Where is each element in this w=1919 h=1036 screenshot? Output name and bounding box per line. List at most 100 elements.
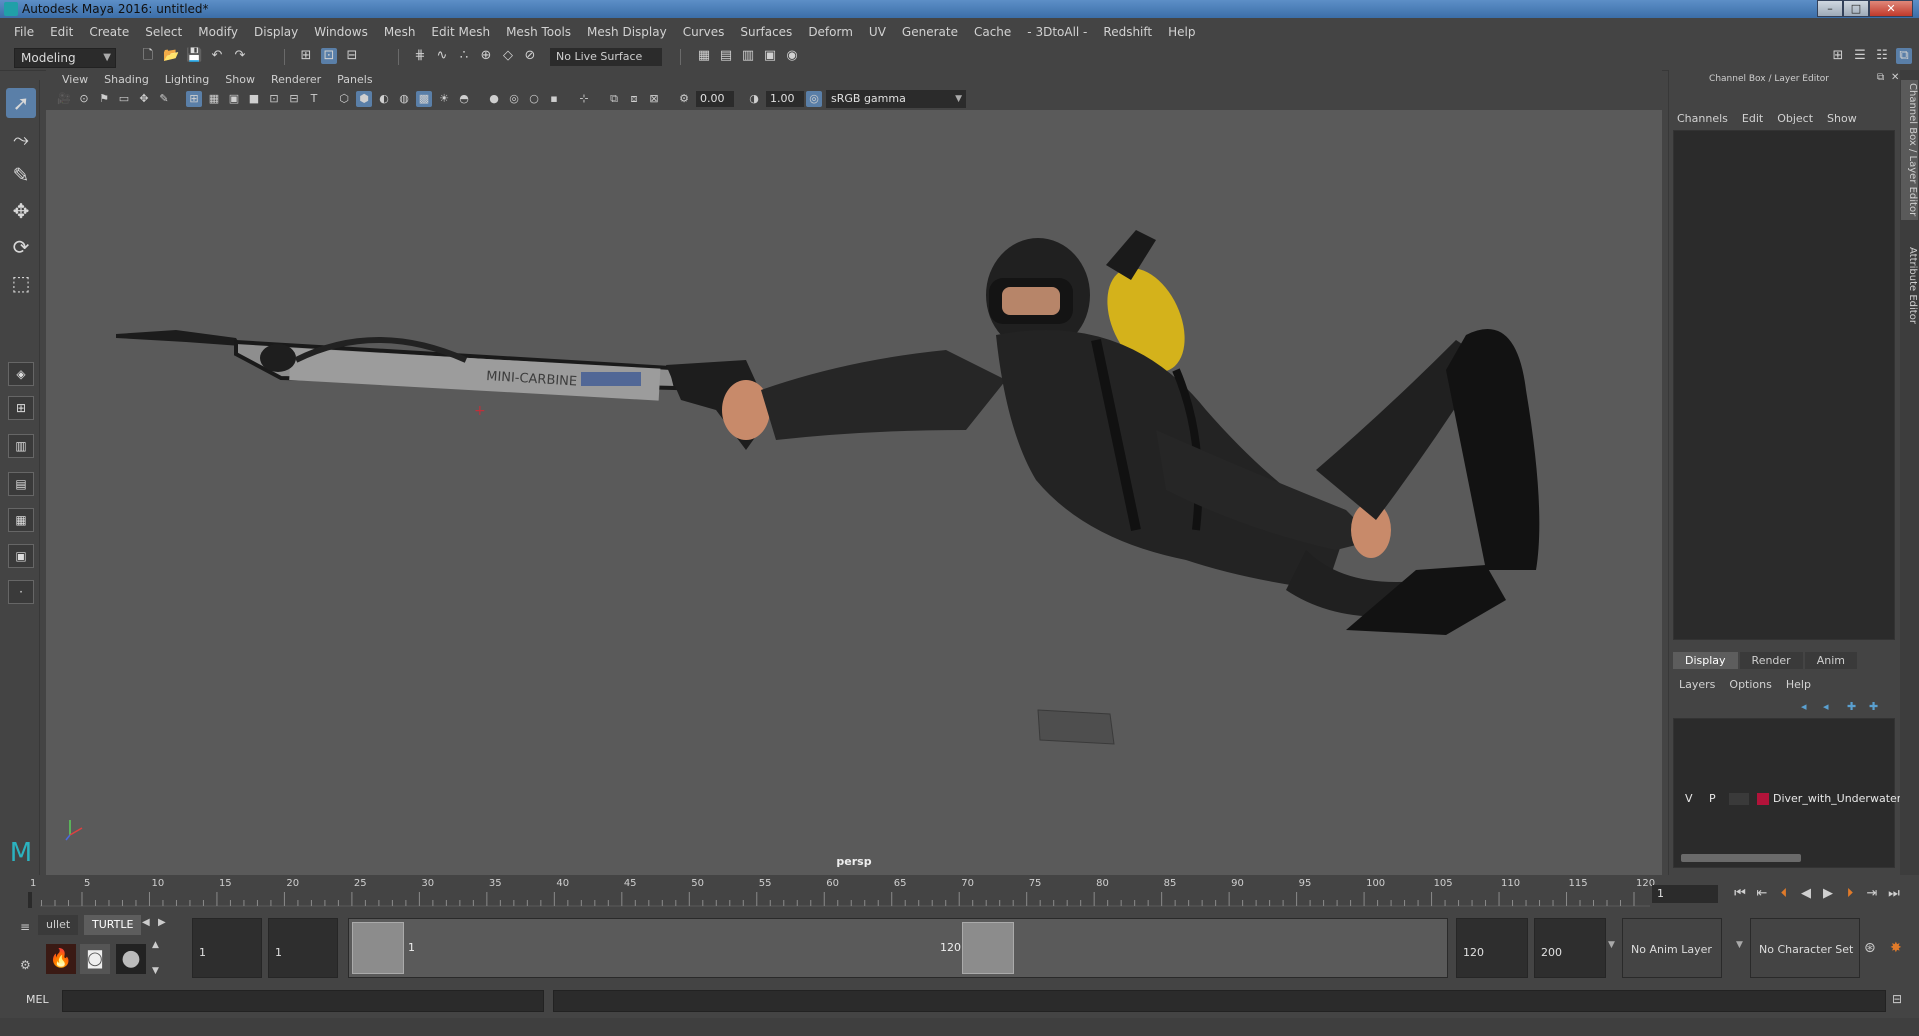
animation-preferences-icon[interactable]: ✸ bbox=[1890, 940, 1902, 956]
default-material-icon[interactable]: ◍ bbox=[396, 91, 412, 107]
color-management-icon[interactable]: ◎ bbox=[806, 91, 822, 107]
time-slider[interactable]: 1 5 10 15 20 25 30 35 40 45 50 55 60 65 70 75 80 85 90 95 10… bbox=[28, 876, 1655, 910]
play-forwards-icon[interactable]: ▶ bbox=[1818, 886, 1838, 902]
gamma-field[interactable]: 1.00 bbox=[766, 91, 804, 107]
select-component-icon[interactable]: ⊟ bbox=[344, 48, 360, 64]
script-editor-icon[interactable]: ⊟ bbox=[1892, 992, 1902, 1006]
wireframe-icon[interactable]: ⬡ bbox=[336, 91, 352, 107]
ipr-render-icon[interactable]: ▤ bbox=[718, 48, 734, 64]
menu-mesh[interactable]: Mesh bbox=[376, 25, 424, 39]
range-slider-track[interactable] bbox=[348, 918, 1448, 978]
paint-select-icon[interactable]: ✎ bbox=[6, 160, 36, 190]
anti-aliasing-icon[interactable]: ○ bbox=[526, 91, 542, 107]
menu-curves[interactable]: Curves bbox=[675, 25, 733, 39]
persp-graph-layout-icon[interactable]: ▤ bbox=[8, 472, 34, 496]
snap-grid-icon[interactable]: ⋕ bbox=[412, 48, 428, 64]
menu-cache[interactable]: Cache bbox=[966, 25, 1019, 39]
layer-help-menu[interactable]: Help bbox=[1786, 678, 1811, 691]
auto-key-icon[interactable]: ⊛ bbox=[1864, 940, 1876, 956]
menu-mesh-tools[interactable]: Mesh Tools bbox=[498, 25, 579, 39]
channels-edit-menu[interactable]: Edit bbox=[1742, 112, 1763, 125]
playback-start-field[interactable]: 1 bbox=[268, 918, 338, 978]
current-time-marker[interactable] bbox=[28, 892, 32, 908]
move-layer-up-icon[interactable]: ◂ bbox=[1801, 700, 1807, 713]
single-perspective-layout-icon[interactable]: ◈ bbox=[8, 362, 34, 386]
layer-color-swatch[interactable] bbox=[1757, 793, 1769, 805]
new-layer-icon[interactable]: ✚ bbox=[1847, 700, 1856, 713]
animation-end-field[interactable]: 200 bbox=[1534, 918, 1606, 978]
menu-select[interactable]: Select bbox=[137, 25, 190, 39]
outliner-toggle-icon[interactable]: ☰ bbox=[1852, 48, 1868, 64]
field-chart-icon[interactable]: ⊡ bbox=[266, 91, 282, 107]
menu-edit[interactable]: Edit bbox=[42, 25, 81, 39]
menu-mesh-display[interactable]: Mesh Display bbox=[579, 25, 675, 39]
animation-start-field[interactable]: 1 bbox=[192, 918, 262, 978]
tab-render-layers[interactable]: Render bbox=[1739, 652, 1803, 669]
turtle-surface-icon[interactable]: ● bbox=[116, 944, 146, 974]
gate-mask-icon[interactable]: ■ bbox=[246, 91, 262, 107]
persp-hypershade-layout-icon[interactable]: ▦ bbox=[8, 508, 34, 532]
select-tool-icon[interactable]: ➚ bbox=[6, 88, 36, 118]
turtle-bake-icon[interactable]: ◙ bbox=[80, 944, 110, 974]
step-forward-frame-icon[interactable]: ⏵ bbox=[1840, 886, 1860, 902]
layer-name[interactable]: Diver_with_Underwater_ bbox=[1773, 792, 1907, 805]
range-end-handle[interactable] bbox=[962, 922, 1014, 974]
menu-file[interactable]: File bbox=[6, 25, 42, 39]
use-all-lights-icon[interactable]: ☀ bbox=[436, 91, 452, 107]
camera-icon[interactable]: 🎥 bbox=[56, 91, 72, 107]
snap-projected-center-icon[interactable]: ⊕ bbox=[478, 48, 494, 64]
grease-pencil-icon[interactable]: ✎ bbox=[156, 91, 172, 107]
viewport-menu-lighting[interactable]: Lighting bbox=[157, 73, 217, 86]
redo-icon[interactable]: ↷ bbox=[232, 48, 248, 64]
tab-display-layers[interactable]: Display bbox=[1673, 652, 1738, 669]
turtle-render-icon[interactable]: 🔥 bbox=[46, 944, 76, 974]
perspective-viewport[interactable]: MINI-CARBINE + persp bbox=[46, 110, 1662, 875]
layer-scrollbar[interactable] bbox=[1681, 854, 1801, 862]
menu-set-dropdown[interactable]: Modeling ▼ bbox=[14, 48, 116, 68]
channel-box-toggle-icon[interactable]: ⧉ bbox=[1896, 48, 1912, 64]
safe-action-icon[interactable]: ⊟ bbox=[286, 91, 302, 107]
layer-playback-toggle[interactable]: P bbox=[1709, 792, 1716, 805]
range-start-handle[interactable] bbox=[352, 922, 404, 974]
maximize-button[interactable]: □ bbox=[1843, 0, 1869, 17]
channels-show-menu[interactable]: Show bbox=[1827, 112, 1857, 125]
layer-options-menu[interactable]: Options bbox=[1729, 678, 1771, 691]
xray-components-icon[interactable]: ⊠ bbox=[646, 91, 662, 107]
gamma-icon[interactable]: ◑ bbox=[746, 91, 762, 107]
snap-curve-icon[interactable]: ∿ bbox=[434, 48, 450, 64]
float-panel-icon[interactable]: ⧉ bbox=[1877, 72, 1884, 83]
go-to-start-icon[interactable]: ⏮ bbox=[1730, 886, 1750, 902]
menu-modify[interactable]: Modify bbox=[190, 25, 246, 39]
render-view-icon[interactable]: ◉ bbox=[784, 48, 800, 64]
current-frame-field[interactable]: 1 bbox=[1652, 885, 1718, 903]
screen-space-ao-icon[interactable]: ● bbox=[486, 91, 502, 107]
persp-outliner-layout-icon[interactable]: ▥ bbox=[8, 434, 34, 458]
tab-anim-layers[interactable]: Anim bbox=[1804, 652, 1857, 669]
shelf-scroll-left-icon[interactable]: ◀ bbox=[142, 917, 150, 928]
image-plane-icon[interactable]: ▭ bbox=[116, 91, 132, 107]
new-scene-icon[interactable]: 🗋 bbox=[140, 48, 156, 64]
open-scene-icon[interactable]: 📂 bbox=[163, 48, 179, 64]
close-panel-icon[interactable]: ✕ bbox=[1891, 72, 1899, 83]
scale-tool-icon[interactable]: ⬚ bbox=[6, 268, 36, 298]
channels-menu[interactable]: Channels bbox=[1677, 112, 1728, 125]
menu-generate[interactable]: Generate bbox=[894, 25, 966, 39]
new-layer-selected-icon[interactable]: ✚ bbox=[1869, 700, 1878, 713]
exposure-icon[interactable]: ⚙ bbox=[676, 91, 692, 107]
shelf-scroll-up-icon[interactable]: ▲ bbox=[152, 940, 159, 950]
menu-help[interactable]: Help bbox=[1160, 25, 1203, 39]
live-surface-field[interactable]: No Live Surface bbox=[550, 48, 662, 66]
channels-object-menu[interactable]: Object bbox=[1777, 112, 1813, 125]
move-layer-down-icon[interactable]: ◂ bbox=[1823, 700, 1829, 713]
playback-end-field[interactable]: 120 bbox=[1456, 918, 1528, 978]
close-button[interactable]: ✕ bbox=[1869, 0, 1913, 17]
minimize-button[interactable]: – bbox=[1817, 0, 1843, 17]
film-gate-icon[interactable]: ▦ bbox=[206, 91, 222, 107]
viewport-menu-panels[interactable]: Panels bbox=[329, 73, 380, 86]
step-back-key-icon[interactable]: ⇤ bbox=[1752, 886, 1772, 902]
tool-settings-toggle-icon[interactable]: ☷ bbox=[1874, 48, 1890, 64]
exposure-field[interactable]: 0.00 bbox=[696, 91, 734, 107]
workspace-icon[interactable]: ⊞ bbox=[1830, 48, 1846, 64]
viewport-menu-view[interactable]: View bbox=[54, 73, 96, 86]
shelf-settings-icon[interactable]: ⚙ bbox=[20, 958, 31, 972]
